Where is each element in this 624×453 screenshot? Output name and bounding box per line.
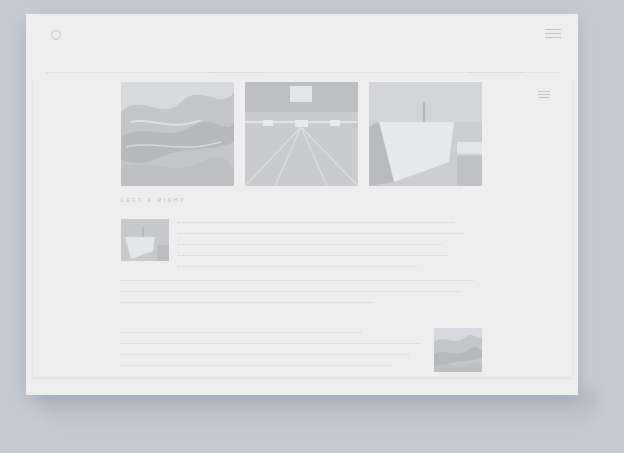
window-shadow: [40, 390, 600, 436]
site-header: [26, 14, 578, 73]
content-image-waves[interactable]: [434, 328, 482, 372]
paragraph-2: [121, 280, 481, 313]
gallery-image-ship[interactable]: [369, 82, 482, 186]
gallery-image-corridor[interactable]: [245, 82, 358, 186]
secondary-menu-icon[interactable]: [538, 91, 550, 98]
paragraph-1: [178, 222, 478, 277]
header-divider: [46, 72, 560, 73]
circle-logo-icon[interactable]: [51, 30, 61, 40]
hamburger-menu-icon[interactable]: [545, 29, 561, 38]
browser-window: LEFT & RIGHT: [26, 14, 578, 395]
page-footer-bar: [32, 377, 572, 381]
paragraph-3: [121, 332, 421, 376]
section-heading: LEFT & RIGHT: [121, 198, 187, 204]
gallery-image-waves[interactable]: [121, 82, 234, 186]
content-image-ship[interactable]: [121, 219, 169, 261]
